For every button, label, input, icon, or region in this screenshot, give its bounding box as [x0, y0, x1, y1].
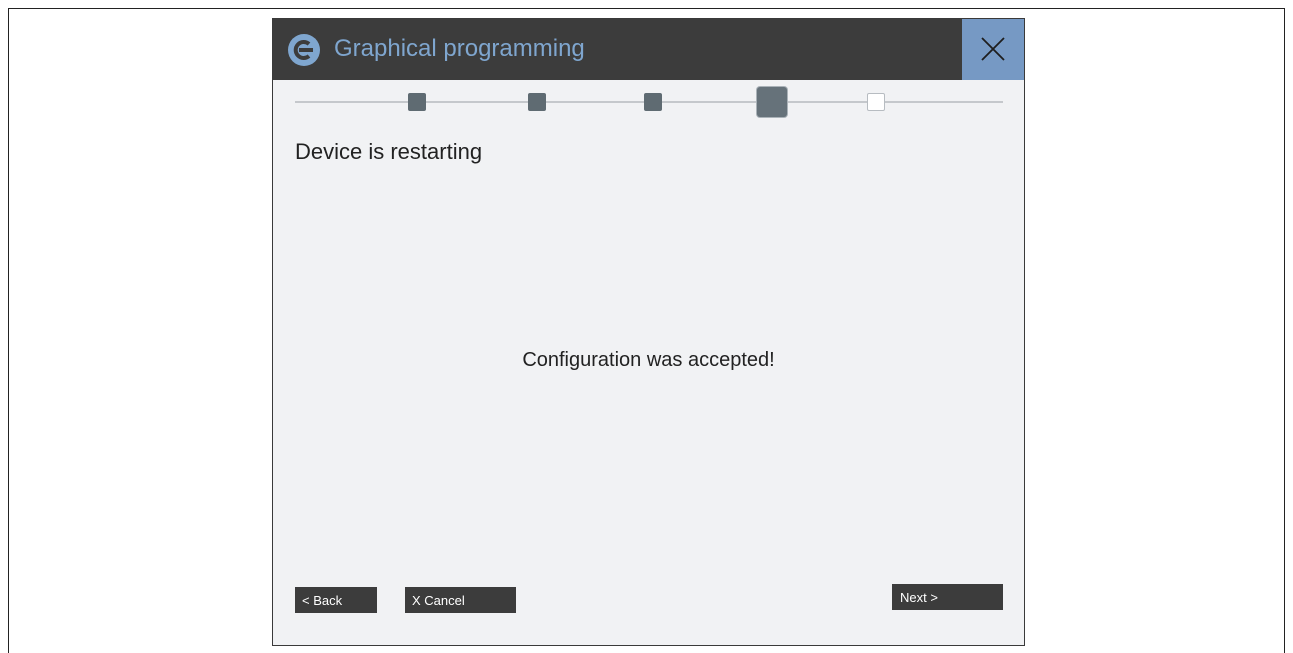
- step-5-marker: [867, 93, 885, 111]
- status-message: Configuration was accepted!: [522, 349, 775, 371]
- close-button[interactable]: [962, 19, 1024, 80]
- figure-frame-right: [1284, 8, 1285, 653]
- back-button[interactable]: < Back: [295, 587, 377, 613]
- step-heading: Device is restarting: [295, 139, 483, 164]
- step-2-marker: [528, 93, 546, 111]
- step-3-marker: [644, 93, 662, 111]
- step-1-marker: [408, 93, 426, 111]
- step-indicator: [295, 87, 1003, 117]
- wizard-dialog: Graphical programming Device is restarti…: [272, 18, 1025, 646]
- app-logo-icon: [287, 33, 321, 67]
- page: Graphical programming Device is restarti…: [0, 0, 1293, 653]
- figure-frame-top: [8, 8, 1285, 9]
- title-bar: Graphical programming: [273, 19, 1024, 80]
- step-4-marker-current: [757, 87, 787, 117]
- next-button[interactable]: Next >: [892, 584, 1003, 610]
- window-title: Graphical programming: [334, 35, 585, 62]
- cancel-button[interactable]: X Cancel: [405, 587, 516, 613]
- figure-frame-left: [8, 8, 9, 653]
- close-icon: [981, 37, 1005, 61]
